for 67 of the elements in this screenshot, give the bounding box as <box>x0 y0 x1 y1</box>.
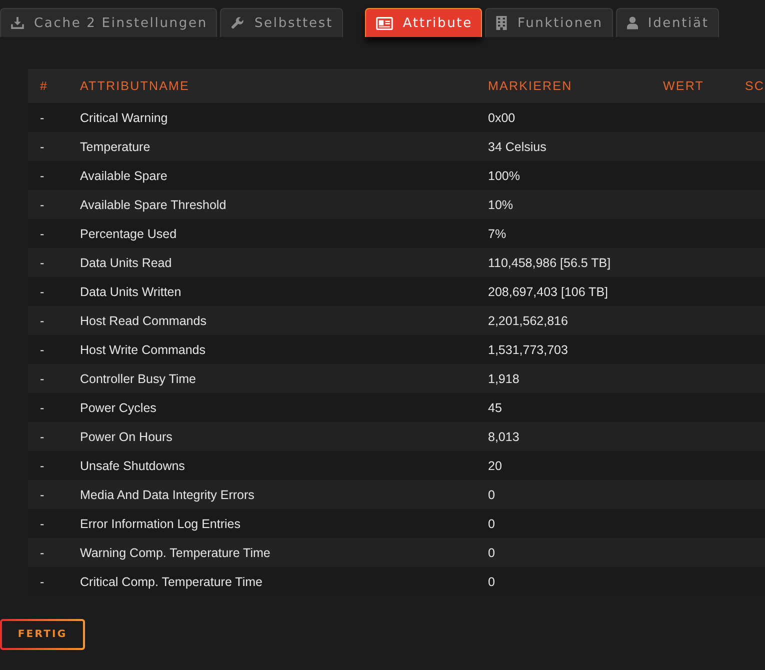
table-cell-text: Temperature <box>80 140 152 154</box>
column-header: SC <box>745 79 765 93</box>
table-cell-text: 7% <box>488 226 508 240</box>
table-cell-text: - <box>39 198 46 212</box>
table-cell-text: 208,697,403 [106 TB] <box>488 284 610 298</box>
table-cell-text: - <box>39 488 46 502</box>
column-header: WERT <box>663 79 705 93</box>
table-cell-text: Data Units Read <box>80 256 173 270</box>
table-cell-text: Critical Comp. Temperature Time <box>80 574 264 588</box>
table-cell-text: - <box>39 314 46 328</box>
table-cell-text: Data Units Written <box>80 284 182 298</box>
table-cell-text: 1,918 <box>488 372 520 386</box>
id-card-icon <box>376 16 393 30</box>
table-cell-text: - <box>39 430 46 444</box>
download-icon <box>11 17 24 29</box>
table-cell-text: 100% <box>488 168 521 182</box>
wrench-icon <box>231 17 244 29</box>
table-cell-text: - <box>39 574 46 588</box>
table-cell-text: Percentage Used <box>80 226 178 240</box>
table-cell-text: Warning Comp. Temperature Time <box>80 546 272 560</box>
table-cell-text: Controller Busy Time <box>80 372 198 386</box>
table-cell-text: - <box>39 168 46 182</box>
table-cell-text: Unsafe Shutdowns <box>80 458 186 472</box>
table-cell-text: - <box>39 516 46 530</box>
done-button[interactable]: FERTIG <box>0 619 85 650</box>
table-cell-text: Power Cycles <box>80 400 158 414</box>
table-cell-text: Power On Hours <box>80 430 174 444</box>
table-cell-text: Critical Warning <box>80 110 169 124</box>
table-cell-text: 110,458,986 [56.5 TB] <box>488 256 612 270</box>
user-icon <box>626 16 638 30</box>
table-cell-text: 1,531,773,703 <box>488 342 569 356</box>
tab[interactable]: Identiät <box>616 8 719 37</box>
table-cell-text: - <box>39 372 46 386</box>
table-cell-text: 2,201,562,816 <box>488 314 569 328</box>
table-cell-text: 34 Celsius <box>488 140 548 154</box>
table-cell-text: Host Write Commands <box>80 342 206 356</box>
table-cell-text: - <box>39 110 46 124</box>
table-cell-text: Available Spare <box>80 168 168 182</box>
tab[interactable]: Funktionen <box>485 8 613 37</box>
table-cell-text: 8,013 <box>488 430 520 444</box>
table-cell-text: - <box>39 546 46 560</box>
table-cell-text: - <box>39 226 46 240</box>
table-cell-text: 0 <box>488 516 496 530</box>
table-cell-text: - <box>39 140 46 154</box>
column-header: MARKIEREN <box>488 79 574 93</box>
column-header: ATTRIBUTNAME <box>80 79 190 93</box>
table-cell-text: Media And Data Integrity Errors <box>80 488 256 502</box>
table-cell-text: 20 <box>488 458 503 472</box>
building-icon <box>496 16 508 30</box>
tab[interactable]: Attribute <box>364 8 482 37</box>
table-cell-text: Available Spare Threshold <box>80 198 228 212</box>
table-cell-text: 10% <box>488 198 514 212</box>
tab[interactable]: Cache 2 Einstellungen <box>0 8 218 37</box>
table-cell-text: - <box>39 458 46 472</box>
table-cell-text: - <box>39 256 46 270</box>
table-cell-text: - <box>39 284 46 298</box>
table-cell-text: - <box>39 342 46 356</box>
table-cell-text: 0 <box>488 488 496 502</box>
tab[interactable]: Selbsttest <box>220 8 343 37</box>
table-cell-text: Host Read Commands <box>80 314 208 328</box>
column-header: # <box>39 79 50 93</box>
table-cell-text: 0x00 <box>488 110 516 124</box>
table-cell-text: 45 <box>488 400 503 414</box>
table-cell-text: 0 <box>488 546 496 560</box>
table-cell-text: - <box>39 400 46 414</box>
table-cell-text: Error Information Log Entries <box>80 516 242 530</box>
table-cell-text: 0 <box>488 574 496 588</box>
